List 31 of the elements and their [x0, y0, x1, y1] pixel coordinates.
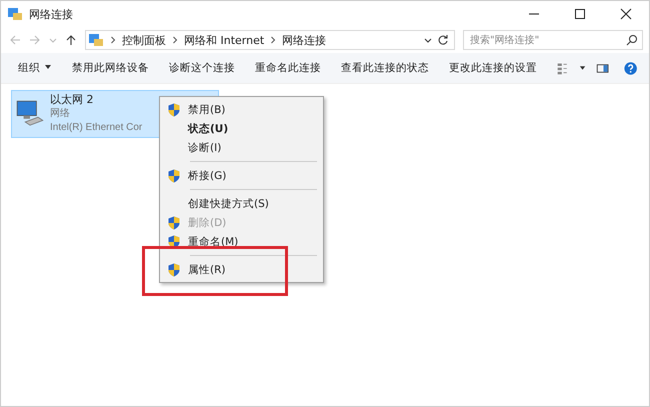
toolbar-button[interactable]: 更改此连接的设置 [440, 58, 546, 78]
dropdown-caret-icon[interactable] [422, 36, 434, 44]
breadcrumb[interactable]: 控制面板 [122, 32, 166, 48]
toolbar-button[interactable]: 重命名此连接 [246, 58, 330, 78]
shield-icon [168, 234, 180, 248]
shield-icon [168, 168, 180, 182]
address-bar[interactable]: 控制面板 网络和 Internet 网络连接 [85, 30, 455, 50]
menu-item[interactable]: 重命名(M) [162, 232, 321, 251]
toolbar-button[interactable]: 禁用此网络设备 [63, 58, 158, 78]
chevron-icon[interactable] [110, 36, 116, 44]
toolbar-button[interactable]: 诊断这个连接 [160, 58, 244, 78]
menu-item[interactable]: 属性(R) [162, 260, 321, 279]
shield-icon [168, 102, 180, 116]
connection-name: 以太网 2 [50, 93, 94, 107]
menu-item[interactable]: 创建快捷方式(S) [162, 194, 321, 213]
connection-status: 网络 [50, 107, 71, 121]
shield-icon [168, 216, 180, 230]
menu-item[interactable]: 诊断(I) [162, 138, 321, 157]
connection-device: Intel(R) Ethernet Cor [50, 121, 142, 135]
toolbar-button[interactable]: 查看此连接的状态 [332, 58, 438, 78]
search-field[interactable]: 搜索"网络连接" [463, 30, 643, 50]
network-folder-icon [7, 6, 23, 22]
chevron-icon[interactable] [270, 36, 276, 44]
toolbar-button[interactable]: 组织 [9, 58, 61, 78]
shield-icon [168, 262, 180, 276]
window-title: 网络连接 [29, 6, 73, 22]
network-folder-icon [88, 32, 104, 48]
menu-item[interactable]: 桥接(G) [162, 166, 321, 185]
chevron-icon[interactable] [172, 36, 178, 44]
breadcrumb[interactable]: 网络和 Internet [184, 32, 264, 48]
breadcrumb[interactable]: 网络连接 [282, 32, 326, 48]
